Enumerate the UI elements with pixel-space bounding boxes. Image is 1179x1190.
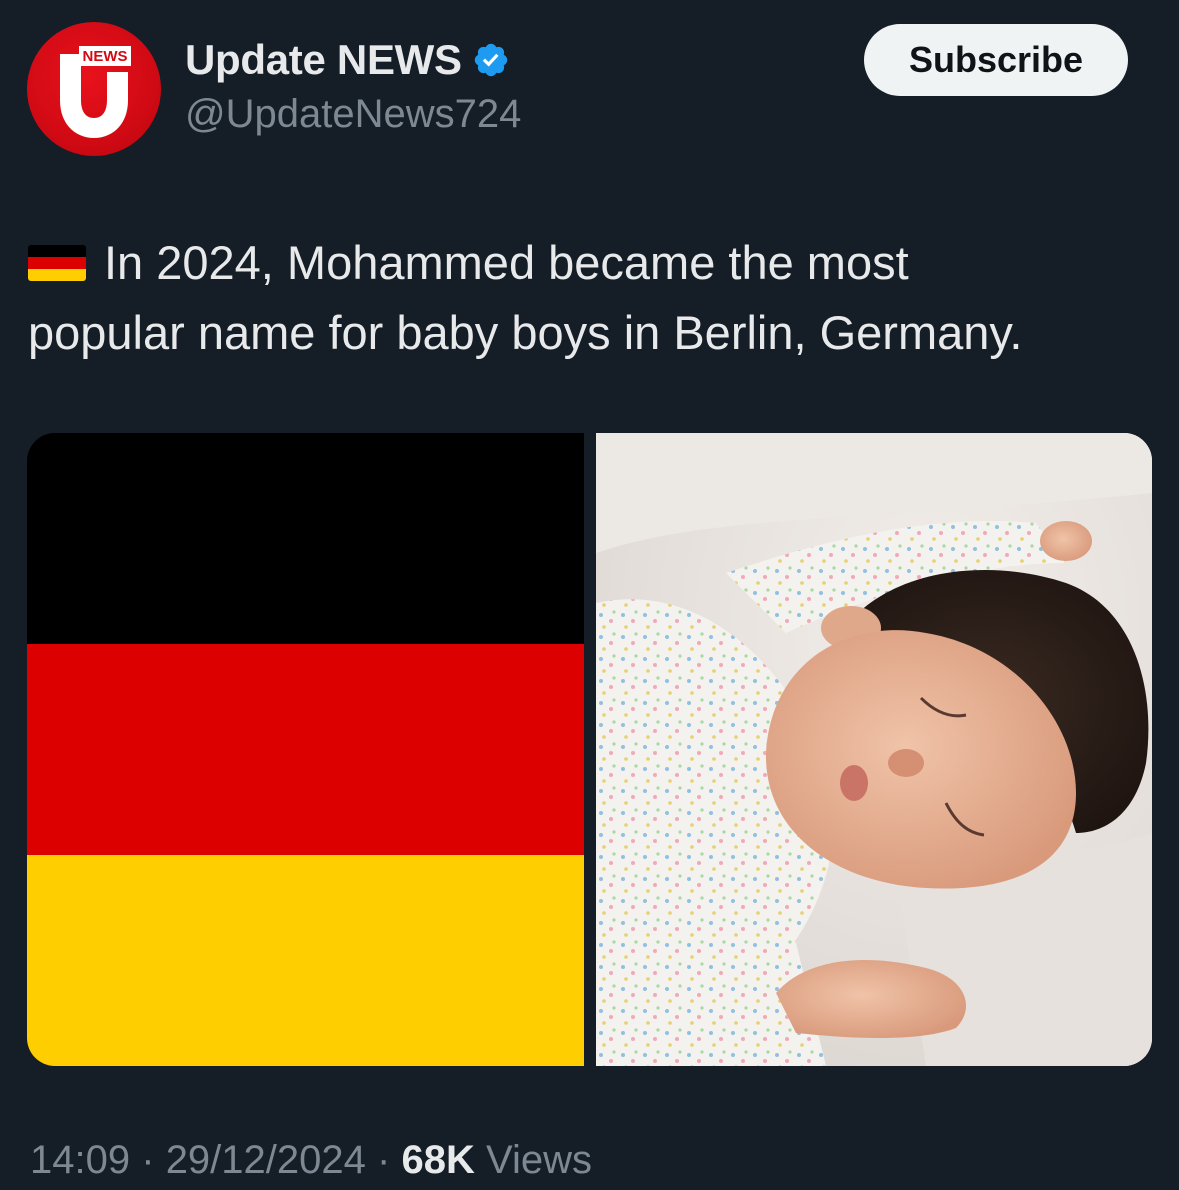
post-text: In 2024, Mohammed became the most popula… <box>28 228 1158 368</box>
post-date[interactable]: 29/12/2024 <box>166 1138 366 1182</box>
name-row: Update NEWS <box>185 36 510 84</box>
post-text-line1: In 2024, Mohammed became the most <box>104 236 909 289</box>
avatar-news-text: NEWS <box>83 48 128 65</box>
flag-stripe-black <box>27 433 584 644</box>
views-label: Views <box>485 1138 592 1182</box>
post-meta: 14:09 · 29/12/2024 · 68K Views <box>30 1138 592 1183</box>
tweet: NEWS Update NEWS @UpdateNews724 Subscrib… <box>0 0 1179 1190</box>
flag-stripe-red <box>27 644 584 855</box>
views-count[interactable]: 68K <box>401 1138 474 1182</box>
german-flag-emoji-icon <box>28 245 86 281</box>
account-handle[interactable]: @UpdateNews724 <box>185 92 521 137</box>
display-name[interactable]: Update NEWS <box>185 36 462 84</box>
german-flag-image[interactable] <box>27 433 584 1066</box>
flag-stripe-gold <box>27 855 584 1066</box>
media-grid <box>27 433 1152 1066</box>
sleeping-baby-image[interactable] <box>596 433 1152 1066</box>
update-news-logo: NEWS <box>60 46 131 138</box>
meta-separator: · <box>141 1138 155 1182</box>
avatar[interactable]: NEWS <box>27 22 161 156</box>
verified-badge-icon[interactable] <box>472 41 510 79</box>
meta-separator: · <box>377 1138 391 1182</box>
sleeping-baby-illustration <box>596 433 1152 1066</box>
post-text-line2: popular name for baby boys in Berlin, Ge… <box>28 306 1023 359</box>
subscribe-button[interactable]: Subscribe <box>864 24 1128 96</box>
post-time[interactable]: 14:09 <box>30 1138 130 1182</box>
